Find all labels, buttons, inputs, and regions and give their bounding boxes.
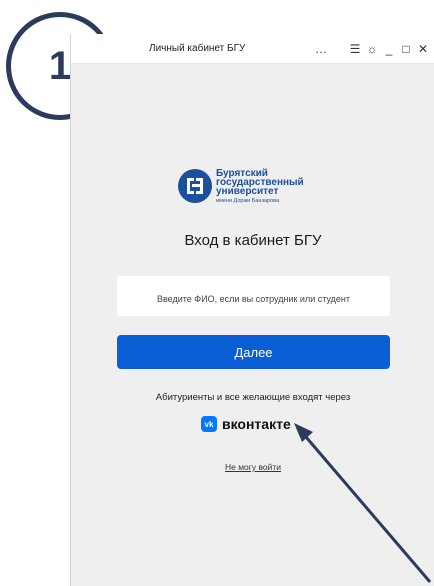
extensions-icon[interactable]: ☼ [364, 40, 380, 58]
more-options-icon[interactable]: … [313, 40, 329, 58]
university-logo: Бурятский государственный университет им… [178, 169, 338, 219]
maximize-button[interactable]: □ [398, 40, 414, 58]
vk-logo-icon: vk [201, 416, 217, 432]
vk-login-link[interactable]: vk вконтакте [201, 415, 291, 433]
page-title: Вход в кабинет БГУ [184, 232, 322, 249]
vk-label: вконтакте [222, 416, 291, 432]
university-name: Бурятский государственный университет им… [216, 169, 304, 206]
minimize-button[interactable]: _ [381, 40, 397, 58]
university-name-line: университет [216, 186, 279, 197]
close-button[interactable]: ✕ [415, 40, 431, 58]
menu-icon[interactable]: ☰ [347, 40, 363, 58]
cant-login-link[interactable]: Не могу войти [71, 462, 434, 472]
full-name-input[interactable] [117, 276, 390, 316]
title-bar: Личный кабинет БГУ … ☰ ☼ _ □ ✕ [71, 34, 434, 64]
university-name-subtitle: имени Доржи Банзарова [216, 198, 280, 204]
app-window: Личный кабинет БГУ … ☰ ☼ _ □ ✕ Бурятский… [70, 34, 434, 586]
window-title: Личный кабинет БГУ [149, 43, 246, 54]
next-button[interactable]: Далее [117, 335, 390, 369]
alternative-login-text: Абитуриенты и все желающие входят через [155, 392, 351, 403]
step-number: 1 [48, 43, 72, 88]
university-emblem-icon [178, 169, 212, 203]
